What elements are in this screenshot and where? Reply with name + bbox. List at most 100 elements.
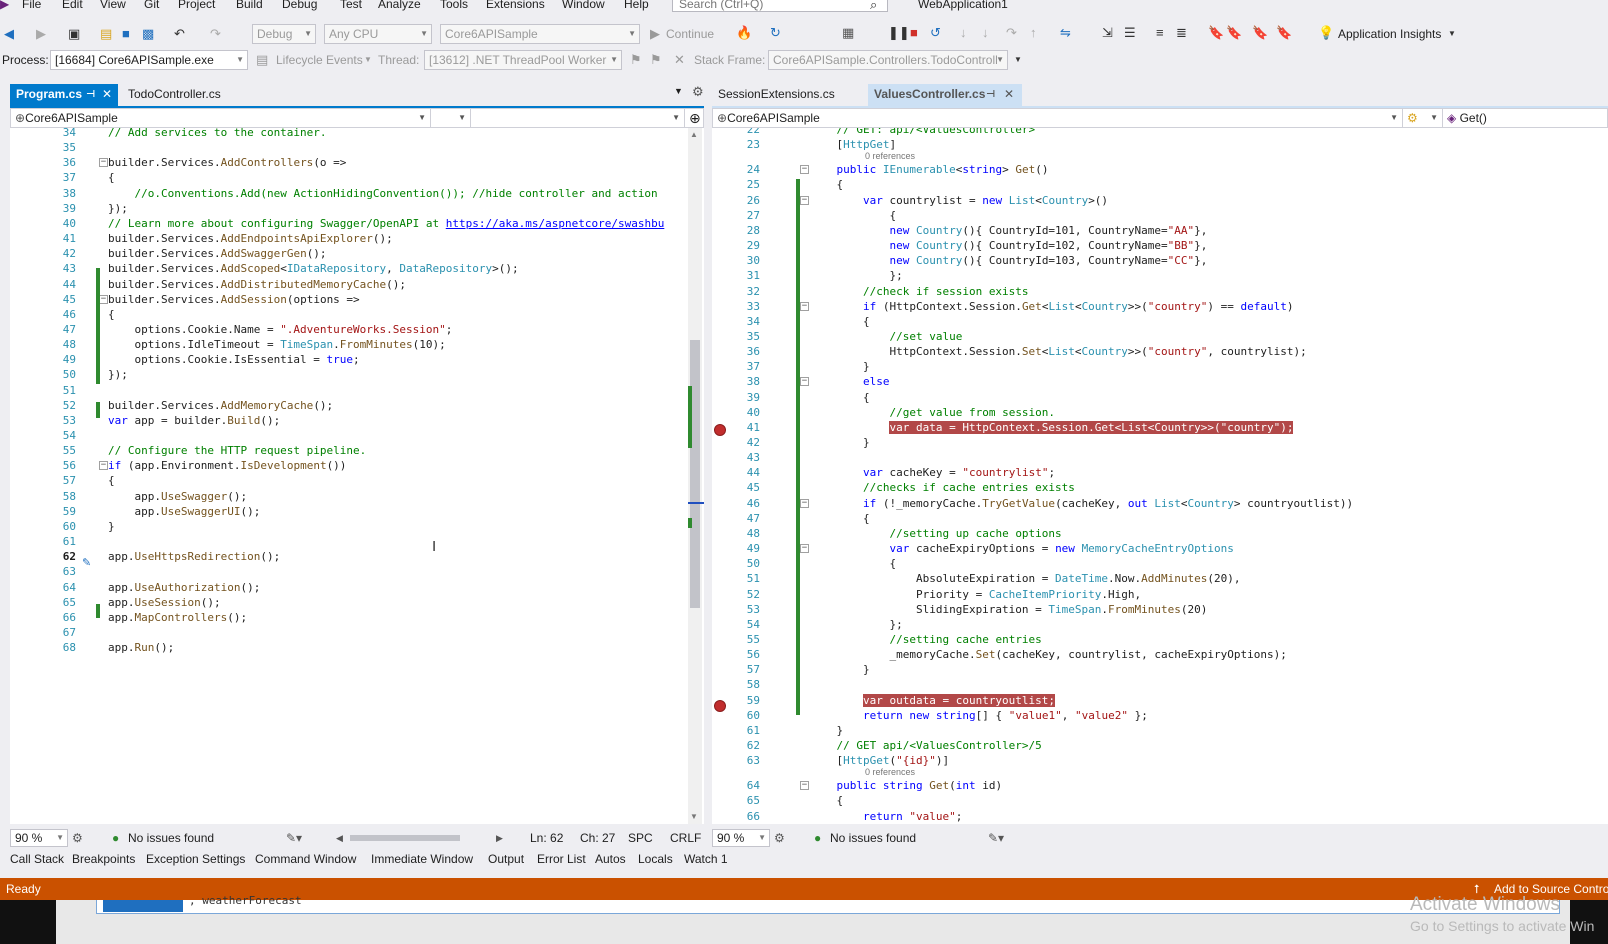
- code-line[interactable]: 61: [10, 534, 704, 549]
- code-line[interactable]: 38 else −: [712, 374, 1608, 389]
- tab-autos[interactable]: Autos: [595, 852, 626, 866]
- menu-view[interactable]: View: [100, 0, 126, 11]
- issues-status[interactable]: No issues found: [830, 828, 916, 848]
- right-code-editor[interactable]: 22 // GET: api/<ValuesController> 23 [Htt…: [712, 128, 1608, 824]
- code-line[interactable]: 34 {: [712, 314, 1608, 329]
- tab-breakpoints[interactable]: Breakpoints: [72, 852, 135, 866]
- code-line[interactable]: 62 app.UseHttpsRedirection();: [10, 549, 704, 564]
- code-line[interactable]: 58 app.UseSwagger();: [10, 489, 704, 504]
- line-ending-indicator[interactable]: CRLF: [670, 828, 701, 848]
- code-line[interactable]: 48 options.IdleTimeout = TimeSpan.FromMi…: [10, 337, 704, 352]
- code-line[interactable]: 56 _memoryCache.Set(cacheKey, countrylis…: [712, 647, 1608, 662]
- code-line[interactable]: 59 var outdata = countryoutlist;: [712, 693, 1608, 708]
- save-icon[interactable]: ■: [122, 26, 130, 42]
- code-line[interactable]: 41 var data = HttpContext.Session.Get<Li…: [712, 420, 1608, 435]
- tab-exception-settings[interactable]: Exception Settings: [146, 852, 245, 866]
- search-icon[interactable]: ⌕: [870, 0, 877, 13]
- close-icon[interactable]: ✕: [102, 84, 112, 105]
- code-line[interactable]: 50 {: [712, 556, 1608, 571]
- code-line[interactable]: 37 {: [10, 170, 704, 185]
- fold-toggle-icon[interactable]: −: [99, 461, 108, 471]
- code-line[interactable]: 63 [HttpGet("{id}")]: [712, 753, 1608, 768]
- line-indicator[interactable]: Ln: 62: [530, 828, 563, 848]
- stack-frame-icon[interactable]: ✕: [674, 52, 685, 68]
- code-line[interactable]: 53 SlidingExpiration = TimeSpan.FromMinu…: [712, 602, 1608, 617]
- diagnostic-icon[interactable]: ▦: [842, 25, 854, 41]
- left-type-dropdown[interactable]: ▼: [431, 109, 471, 127]
- stack-frame-dropdown[interactable]: Core6APISample.Controllers.TodoControll ▼: [768, 50, 1008, 70]
- code-line[interactable]: 26 var countrylist = new List<Country>()…: [712, 193, 1608, 208]
- code-line[interactable]: 47 options.Cookie.Name = ".AdventureWork…: [10, 322, 704, 337]
- code-line[interactable]: 39 {: [712, 390, 1608, 405]
- code-line[interactable]: 22 // GET: api/<ValuesController>: [712, 128, 1608, 137]
- code-cleanup-icon[interactable]: ⚙: [72, 828, 83, 848]
- code-line[interactable]: 37 }: [712, 359, 1608, 374]
- brush-icon[interactable]: ✎: [82, 556, 91, 569]
- gear-icon[interactable]: ⚙: [692, 84, 704, 100]
- fold-toggle-icon[interactable]: −: [99, 294, 108, 304]
- code-line[interactable]: 54 };: [712, 617, 1608, 632]
- play-icon[interactable]: ▶: [650, 26, 660, 42]
- right-zoom-dropdown[interactable]: 90 % ▼: [712, 829, 770, 847]
- code-line[interactable]: 52 Priority = CacheItemPriority.High,: [712, 587, 1608, 602]
- scroll-thumb[interactable]: [690, 340, 700, 608]
- code-line[interactable]: 53 var app = builder.Build();: [10, 413, 704, 428]
- code-line[interactable]: 55 //setting cache entries: [712, 632, 1608, 647]
- right-member-dropdown[interactable]: ◈ Get(): [1443, 109, 1607, 127]
- code-line[interactable]: 68 app.Run();: [10, 640, 704, 655]
- close-icon[interactable]: ✕: [1004, 84, 1014, 105]
- scroll-right-icon[interactable]: ▶: [496, 828, 503, 848]
- menu-edit[interactable]: Edit: [62, 0, 83, 11]
- chevron-down-icon[interactable]: ▼: [1014, 52, 1022, 68]
- code-line[interactable]: 32 //check if session exists: [712, 284, 1608, 299]
- menu-window[interactable]: Window: [562, 0, 605, 11]
- step-over-icon[interactable]: ↓: [982, 25, 989, 41]
- code-line[interactable]: 60 return new string[] { "value1", "valu…: [712, 708, 1608, 723]
- issues-status[interactable]: No issues found: [128, 828, 214, 848]
- left-code-editor[interactable]: 34 // Add services to the container. 35 36 b…: [10, 128, 704, 824]
- brush-icon[interactable]: ✎▾: [286, 828, 302, 848]
- continue-button[interactable]: Continue: [666, 26, 714, 42]
- scroll-left-icon[interactable]: ◀: [336, 828, 343, 848]
- hot-reload-icon[interactable]: 🔥: [736, 25, 752, 41]
- code-line[interactable]: 56 if (app.Environment.IsDevelopment()) −: [10, 458, 704, 473]
- menu-extensions[interactable]: Extensions: [486, 0, 545, 11]
- lifecycle-icon[interactable]: ▤: [256, 52, 268, 68]
- code-line[interactable]: 51 AbsoluteExpiration = DateTime.Now.Add…: [712, 571, 1608, 586]
- code-line[interactable]: 55 // Configure the HTTP request pipeline…: [10, 443, 704, 458]
- code-line[interactable]: 43: [712, 450, 1608, 465]
- code-line[interactable]: 52 builder.Services.AddMemoryCache();: [10, 398, 704, 413]
- right-project-dropdown[interactable]: ⊕Core6APISample ▼: [713, 109, 1403, 127]
- platform-dropdown[interactable]: Any CPU ▼: [324, 24, 432, 44]
- tab-watch-1[interactable]: Watch 1: [684, 852, 728, 866]
- lifecycle-events-dropdown[interactable]: Lifecycle Events: [276, 52, 363, 68]
- menu-help[interactable]: Help: [624, 0, 649, 11]
- code-line[interactable]: 59 app.UseSwaggerUI();: [10, 504, 704, 519]
- tab-output[interactable]: Output: [488, 852, 524, 866]
- outdent-icon[interactable]: ≣: [1176, 25, 1187, 41]
- code-line[interactable]: 35: [10, 140, 704, 155]
- code-line[interactable]: 63: [10, 564, 704, 579]
- indent-icon[interactable]: ≡: [1156, 25, 1164, 41]
- pause-icon[interactable]: ❚❚: [888, 25, 910, 41]
- code-line[interactable]: 36 HttpContext.Session.Set<List<Country>…: [712, 344, 1608, 359]
- diff-icon[interactable]: ⇋: [1060, 25, 1071, 41]
- whitespace-indicator[interactable]: SPC: [628, 828, 653, 848]
- code-line[interactable]: 42 builder.Services.AddSwaggerGen();: [10, 246, 704, 261]
- bookmark-icon[interactable]: 🔖: [1208, 25, 1224, 41]
- forward-icon[interactable]: ▶: [36, 26, 46, 42]
- code-lens-references[interactable]: 0 references: [865, 767, 915, 777]
- undo-icon[interactable]: ↶: [174, 26, 185, 42]
- scroll-down-icon[interactable]: ▼: [690, 812, 698, 821]
- code-line[interactable]: 45 builder.Services.AddSession(options =>…: [10, 292, 704, 307]
- code-line[interactable]: 50});: [10, 367, 704, 382]
- code-line[interactable]: 23 [HttpGet]: [712, 137, 1608, 152]
- code-line[interactable]: 44 builder.Services.AddDistributedMemoryC…: [10, 277, 704, 292]
- open-folder-icon[interactable]: ▤: [100, 26, 112, 42]
- code-line[interactable]: 49 options.Cookie.IsEssential = true;: [10, 352, 704, 367]
- thread-dropdown[interactable]: [13612] .NET ThreadPool Worker ▼: [424, 50, 622, 70]
- breakpoint-icon[interactable]: [714, 700, 726, 712]
- code-line[interactable]: 27 {: [712, 208, 1608, 223]
- redo-icon[interactable]: ↷: [210, 26, 221, 42]
- code-line[interactable]: 44 var cacheKey = "countrylist";: [712, 465, 1608, 480]
